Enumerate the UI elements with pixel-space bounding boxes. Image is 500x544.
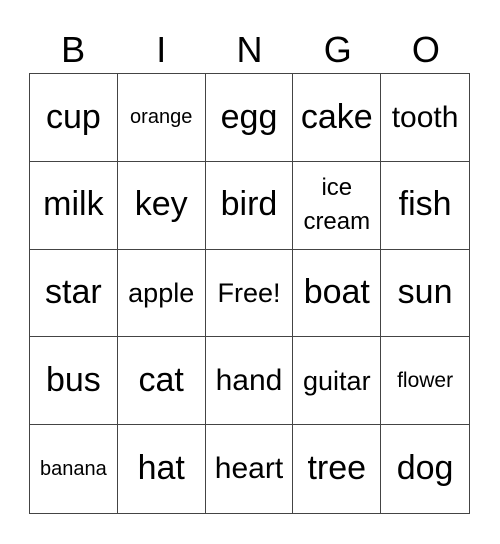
- bingo-cell[interactable]: key: [117, 161, 206, 250]
- bingo-cell[interactable]: tooth: [381, 74, 469, 162]
- bingo-cell[interactable]: ice cream: [293, 161, 382, 250]
- bingo-cell[interactable]: tree: [293, 425, 382, 513]
- bingo-grid: cup orange egg cake tooth milk key bird …: [29, 73, 470, 514]
- header-letter-n: N: [236, 29, 263, 70]
- bingo-cell[interactable]: banana: [30, 425, 118, 513]
- header-letter-i: I: [156, 29, 167, 70]
- bingo-cell[interactable]: hand: [205, 337, 294, 426]
- bingo-cell[interactable]: cup: [30, 74, 118, 162]
- bingo-cell[interactable]: flower: [381, 337, 469, 426]
- header-letter-o: O: [411, 29, 440, 70]
- bingo-cell[interactable]: egg: [205, 74, 294, 162]
- bingo-cell[interactable]: dog: [381, 425, 469, 513]
- bingo-cell[interactable]: bird: [205, 161, 294, 250]
- bingo-cell[interactable]: heart: [206, 425, 294, 513]
- header-letter-b: B: [61, 29, 86, 70]
- bingo-cell[interactable]: cat: [117, 337, 206, 426]
- bingo-cell[interactable]: fish: [381, 162, 469, 250]
- bingo-cell[interactable]: hat: [118, 425, 206, 513]
- bingo-cell[interactable]: guitar: [293, 337, 382, 426]
- bingo-cell[interactable]: boat: [293, 249, 382, 338]
- bingo-cell[interactable]: orange: [117, 74, 206, 162]
- bingo-cell[interactable]: milk: [30, 161, 118, 250]
- bingo-cell[interactable]: star: [30, 249, 118, 338]
- header-letter-g: G: [323, 29, 352, 70]
- bingo-cell[interactable]: cake: [293, 74, 382, 162]
- bingo-cell[interactable]: sun: [381, 250, 469, 338]
- bingo-cell[interactable]: bus: [30, 337, 118, 426]
- free-space-cell[interactable]: Free!: [205, 249, 294, 338]
- bingo-header: B I N G O: [29, 27, 470, 73]
- bingo-cell[interactable]: apple: [117, 249, 206, 338]
